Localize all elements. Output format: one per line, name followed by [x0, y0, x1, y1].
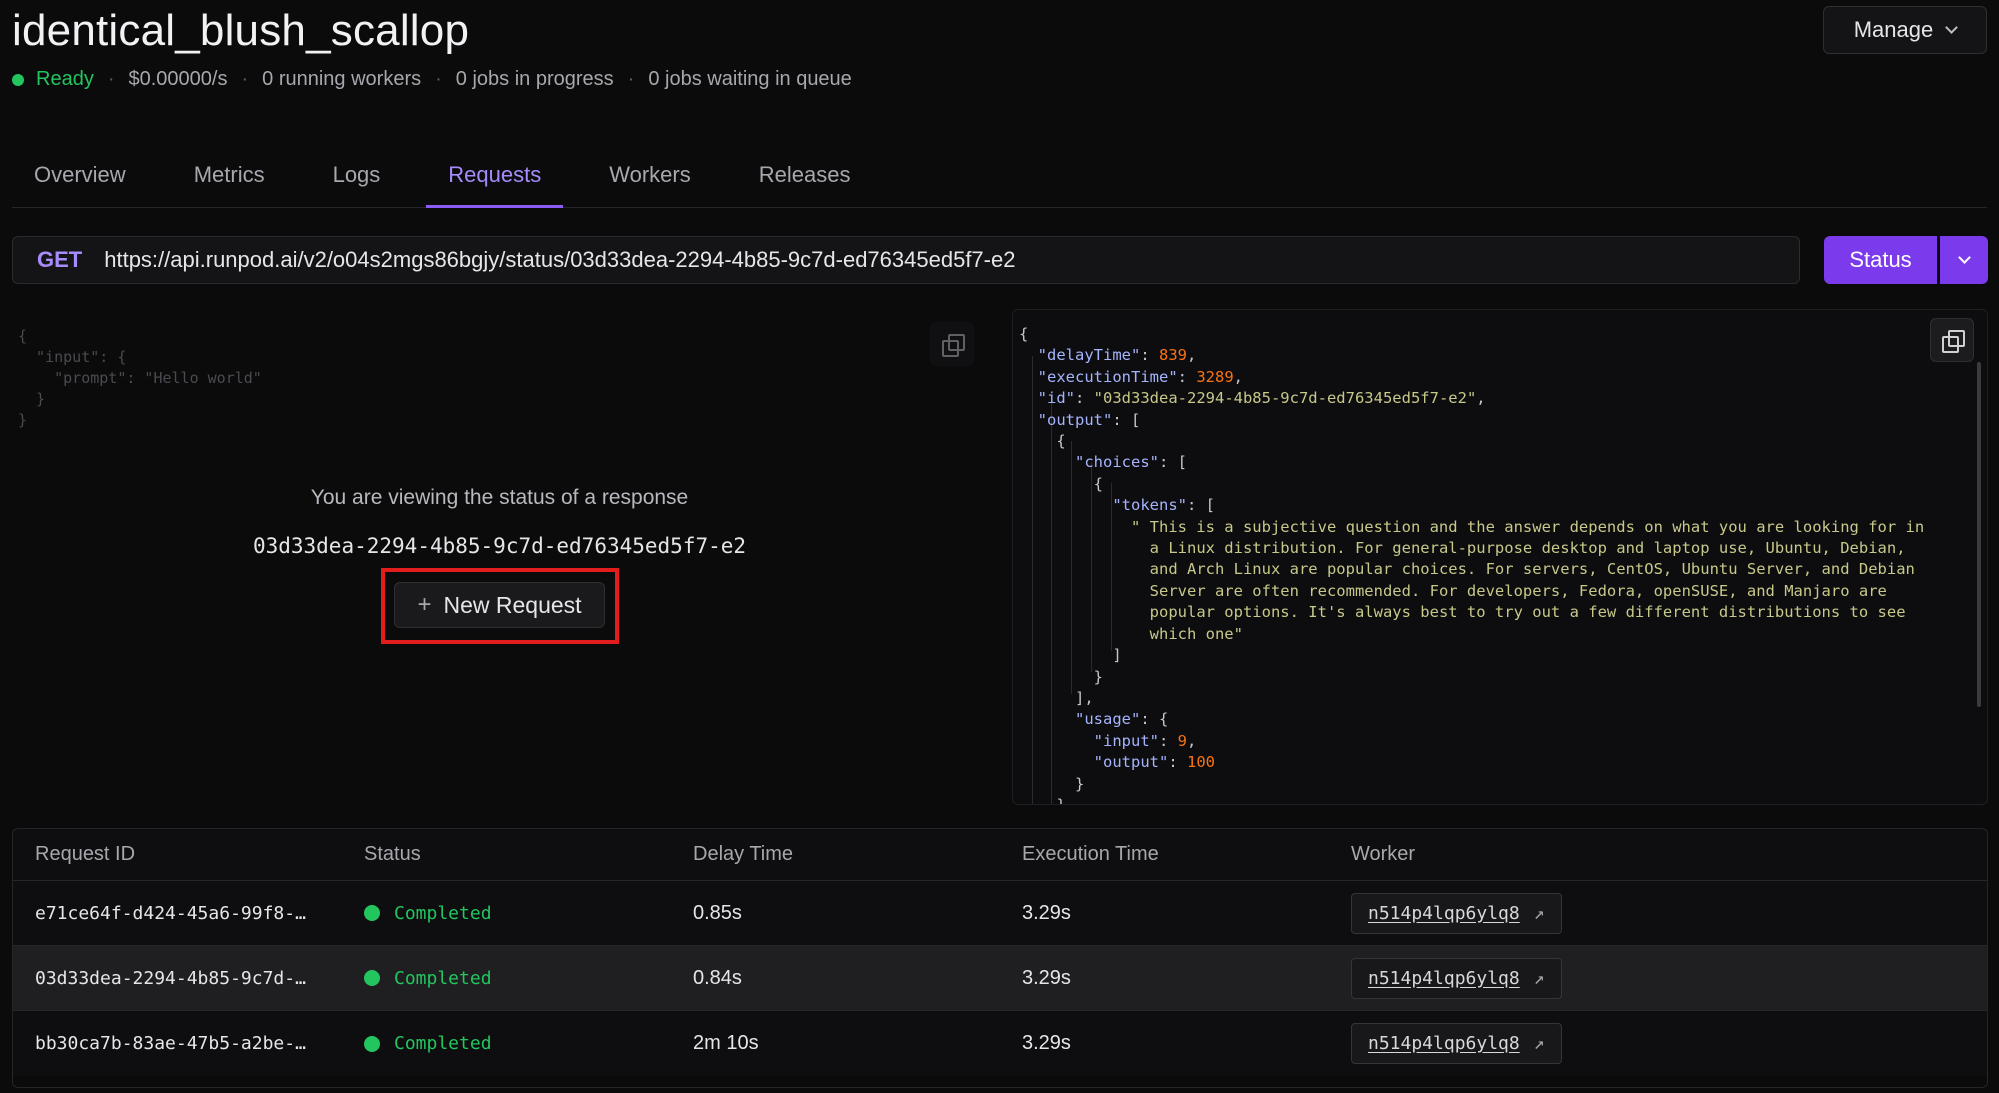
copy-input-button[interactable] [930, 322, 974, 366]
status-dot-icon [364, 1035, 380, 1052]
status-badge: Completed [364, 1033, 671, 1054]
chevron-down-icon [1945, 21, 1959, 34]
status-badge: Completed [364, 968, 671, 989]
highlight-box [381, 568, 619, 644]
tab-logs[interactable]: Logs [311, 150, 403, 208]
table-row[interactable]: 03d33dea-2294-4b85-9c7d-… Completed 0.84… [13, 946, 1987, 1011]
col-delay-time: Delay Time [693, 843, 794, 865]
status-ready: Ready [36, 68, 94, 90]
copy-response-button[interactable] [1930, 318, 1974, 362]
copy-icon [1942, 330, 1965, 353]
request-id-cell: 03d33dea-2294-4b85-9c7d-… [35, 967, 306, 989]
cost-rate: $0.00000/s [128, 68, 228, 90]
jobs-in-queue: 0 jobs waiting in queue [648, 68, 852, 90]
col-request-id: Request ID [35, 843, 136, 865]
tab-metrics[interactable]: Metrics [172, 150, 287, 208]
http-method: GET [37, 247, 83, 272]
table-row[interactable]: bb30ca7b-83ae-47b5-a2be-… Completed 2m 1… [13, 1011, 1987, 1076]
running-workers: 0 running workers [262, 68, 422, 90]
request-url: https://api.runpod.ai/v2/o04s2mgs86bgjy/… [104, 247, 1016, 272]
jobs-in-progress: 0 jobs in progress [455, 68, 614, 90]
tab-bar: Overview Metrics Logs Requests Workers R… [12, 150, 1987, 208]
chevron-down-icon [1957, 251, 1971, 264]
external-link-icon: ↗ [1533, 967, 1545, 989]
manage-label: Manage [1853, 17, 1934, 42]
request-input-panel: { "input": { "prompt": "Hello world" } }… [12, 310, 987, 805]
status-dot-icon [364, 970, 380, 986]
external-link-icon: ↗ [1533, 902, 1545, 924]
copy-icon [942, 334, 965, 357]
viewing-status-text: You are viewing the status of a response [310, 486, 689, 509]
tab-overview[interactable]: Overview [12, 150, 148, 208]
status-badge: Completed [364, 903, 671, 924]
status-dot-icon [364, 905, 380, 921]
delay-time-cell: 2m 10s [693, 1032, 759, 1054]
execution-time-cell: 3.29s [1022, 966, 1071, 989]
requests-table: Request ID Status Delay Time Execution T… [12, 828, 1988, 1088]
table-header: Request ID Status Delay Time Execution T… [13, 829, 1987, 881]
endpoint-status-line: Ready · $0.00000/s · 0 running workers ·… [12, 68, 852, 91]
execution-time-cell: 3.29s [1022, 1032, 1071, 1054]
status-dot-icon [12, 73, 24, 86]
request-id-cell: bb30ca7b-83ae-47b5-a2be-… [35, 1033, 306, 1054]
delay-time-cell: 0.85s [693, 901, 742, 924]
status-button[interactable]: Status [1824, 236, 1937, 284]
request-id-cell: e71ce64f-d424-45a6-99f8-… [35, 902, 306, 924]
tab-workers[interactable]: Workers [587, 150, 713, 208]
endpoint-title: identical_blush_scallop [12, 6, 470, 55]
status-dropdown-button[interactable] [1940, 236, 1988, 284]
col-worker: Worker [1351, 843, 1416, 865]
execution-time-cell: 3.29s [1022, 901, 1071, 924]
json-scrollbar[interactable] [1977, 362, 1981, 707]
table-row[interactable]: e71ce64f-d424-45a6-99f8-… Completed 0.85… [13, 881, 1987, 946]
input-json-editor[interactable]: { "input": { "prompt": "Hello world" } } [18, 326, 262, 431]
manage-button[interactable]: Manage [1823, 6, 1987, 54]
tab-releases[interactable]: Releases [737, 150, 873, 208]
response-id: 03d33dea-2294-4b85-9c7d-ed76345ed5f7-e2 [252, 534, 747, 558]
worker-link[interactable]: n514p4lqp6ylq8 ↗ [1351, 1023, 1562, 1064]
worker-link[interactable]: n514p4lqp6ylq8 ↗ [1351, 892, 1562, 934]
col-status: Status [364, 843, 421, 865]
tab-requests[interactable]: Requests [426, 150, 564, 208]
delay-time-cell: 0.84s [693, 966, 742, 989]
external-link-icon: ↗ [1533, 1033, 1545, 1054]
request-url-bar[interactable]: GET https://api.runpod.ai/v2/o04s2mgs86b… [12, 236, 1800, 284]
response-json-viewer: { "delayTime": 839, "executionTime": 328… [1019, 325, 1925, 805]
response-json-panel: { "delayTime": 839, "executionTime": 328… [1012, 309, 1988, 805]
col-execution-time: Execution Time [1022, 843, 1159, 865]
worker-link[interactable]: n514p4lqp6ylq8 ↗ [1351, 957, 1562, 999]
